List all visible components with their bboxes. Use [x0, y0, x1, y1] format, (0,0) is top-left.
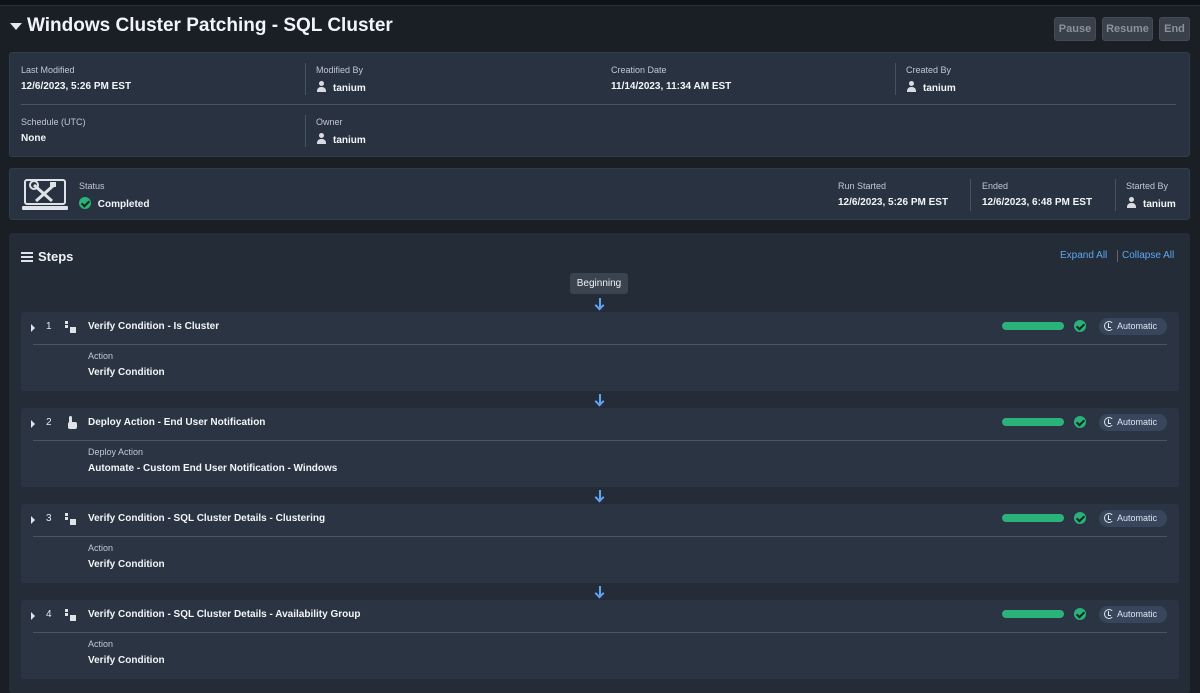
schedule-label: Schedule (UTC): [21, 117, 86, 127]
run-started-label: Run Started: [838, 181, 887, 191]
step-divider: [33, 344, 1167, 345]
automatic-icon: [1104, 609, 1114, 619]
check-circle-icon: [79, 197, 91, 209]
arrow-down-icon: [595, 298, 605, 310]
details-divider: [21, 104, 1176, 105]
step-title: Verify Condition - SQL Cluster Details -…: [88, 513, 326, 524]
expand-all-link[interactable]: Expand All: [1060, 250, 1107, 261]
step-detail-value: Automate - Custom End User Notification …: [88, 463, 338, 474]
created-by-value: tanium: [906, 81, 956, 94]
step-number: 2: [46, 417, 52, 428]
check-circle-icon: [1074, 320, 1086, 332]
modified-by-label: Modified By: [316, 65, 364, 75]
divider: [305, 63, 306, 95]
automatic-icon: [1104, 513, 1114, 523]
status-label: Status: [79, 181, 105, 191]
step-title: Deploy Action - End User Notification: [88, 417, 266, 428]
condition-icon: [65, 609, 77, 621]
divider: [305, 115, 306, 147]
step-divider: [33, 536, 1167, 537]
list-icon: [21, 252, 33, 262]
run-status-panel: Status Completed Run Started 12/6/2023, …: [9, 168, 1190, 220]
user-icon: [906, 81, 917, 92]
arrow-down-icon: [595, 490, 605, 502]
expand-caret-icon[interactable]: [31, 324, 35, 332]
creation-date-value: 11/14/2023, 11:34 AM EST: [611, 81, 732, 92]
arrow-down-icon: [595, 586, 605, 598]
pause-button[interactable]: Pause: [1054, 17, 1096, 41]
step-title: Verify Condition - SQL Cluster Details -…: [88, 609, 361, 620]
tools-icon: [22, 179, 68, 210]
step-title: Verify Condition - Is Cluster: [88, 321, 220, 332]
collapse-caret-icon[interactable]: [10, 23, 22, 30]
created-by-label: Created By: [906, 65, 952, 75]
step-progress-bar: [1002, 610, 1064, 618]
run-started-value: 12/6/2023, 5:26 PM EST: [838, 197, 949, 208]
resume-button[interactable]: Resume: [1102, 17, 1153, 41]
schedule-value: None: [21, 133, 46, 144]
started-by-value: tanium: [1126, 197, 1176, 210]
step-detail-value: Verify Condition: [88, 559, 165, 570]
divider: [970, 179, 971, 211]
owner-label: Owner: [316, 117, 343, 127]
step-divider: [33, 632, 1167, 633]
creation-date-label: Creation Date: [611, 65, 667, 75]
beginning-node: Beginning: [570, 273, 628, 294]
step-divider: [33, 440, 1167, 441]
step-number: 4: [46, 609, 52, 620]
condition-icon: [65, 321, 77, 333]
started-by-label: Started By: [1126, 181, 1169, 191]
step-number: 1: [46, 321, 52, 332]
page-header: Windows Cluster Patching - SQL Cluster P…: [0, 6, 1200, 50]
expand-caret-icon[interactable]: [31, 420, 35, 428]
check-circle-icon: [1074, 512, 1086, 524]
arrow-down-icon: [595, 394, 605, 406]
step-number: 3: [46, 513, 52, 524]
step-progress-bar: [1002, 514, 1064, 522]
step-detail-label: Deploy Action: [88, 447, 144, 457]
owner-value: tanium: [316, 133, 366, 146]
step-detail-label: Action: [88, 639, 114, 649]
automatic-badge: Automatic: [1099, 510, 1167, 527]
details-panel: Last Modified 12/6/2023, 5:26 PM EST Mod…: [9, 52, 1190, 157]
step-item[interactable]: 4 Verify Condition - SQL Cluster Details…: [21, 600, 1179, 679]
user-icon: [1126, 197, 1137, 208]
step-progress-bar: [1002, 418, 1064, 426]
automatic-badge: Automatic: [1099, 606, 1167, 623]
user-icon: [316, 133, 327, 144]
step-item[interactable]: 1 Verify Condition - Is Cluster Automati…: [21, 312, 1179, 391]
modified-by-value: tanium: [316, 81, 366, 94]
check-circle-icon: [1074, 608, 1086, 620]
expand-caret-icon[interactable]: [31, 516, 35, 524]
steps-title: Steps: [38, 249, 74, 264]
step-detail-value: Verify Condition: [88, 655, 165, 666]
end-button[interactable]: End: [1159, 17, 1190, 41]
step-progress-bar: [1002, 322, 1064, 330]
collapse-all-link: Collapse All: [1122, 250, 1175, 261]
ended-label: Ended: [982, 181, 1009, 191]
status-value: Completed: [79, 197, 149, 210]
hand-pointer-icon: [66, 416, 77, 429]
steps-panel: Steps Expand All Collapse All Beginning …: [9, 233, 1190, 693]
expand-caret-icon[interactable]: [31, 612, 35, 620]
automatic-badge: Automatic: [1099, 414, 1167, 431]
last-modified-value: 12/6/2023, 5:26 PM EST: [21, 81, 132, 92]
link-divider: [1117, 250, 1118, 262]
page-title: Windows Cluster Patching - SQL Cluster: [27, 15, 393, 36]
user-icon: [316, 81, 327, 92]
step-item[interactable]: 3 Verify Condition - SQL Cluster Details…: [21, 504, 1179, 583]
step-detail-value: Verify Condition: [88, 367, 165, 378]
automatic-icon: [1104, 417, 1114, 427]
divider: [1115, 179, 1116, 211]
condition-icon: [65, 513, 77, 525]
last-modified-label: Last Modified: [21, 65, 75, 75]
check-circle-icon: [1074, 416, 1086, 428]
step-item[interactable]: 2 Deploy Action - End User Notification …: [21, 408, 1179, 487]
step-detail-label: Action: [88, 543, 114, 553]
divider: [895, 63, 896, 95]
ended-value: 12/6/2023, 6:48 PM EST: [982, 197, 1093, 208]
automatic-icon: [1104, 321, 1114, 331]
step-detail-label: Action: [88, 351, 114, 361]
automatic-badge: Automatic: [1099, 318, 1167, 335]
